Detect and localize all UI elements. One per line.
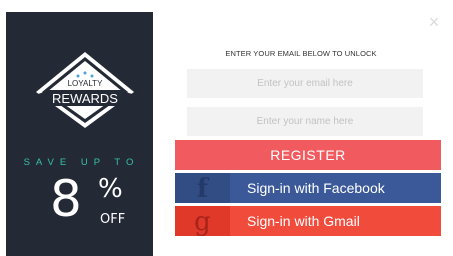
gmail-signin-button[interactable]: g Sign-in with Gmail [175, 206, 441, 236]
close-icon[interactable]: × [426, 13, 442, 31]
register-button[interactable]: REGISTER [175, 140, 441, 170]
loyalty-rewards-logo: LOYALTY REWARDS [36, 52, 134, 128]
facebook-signin-label: Sign-in with Facebook [247, 180, 385, 196]
name-input[interactable] [187, 107, 423, 136]
email-input[interactable] [187, 69, 423, 98]
loyalty-popup: LOYALTY REWARDS SAVE UP TO 8 % OFF × ENT… [6, 12, 444, 256]
unlock-headline: ENTER YOUR EMAIL BELOW TO UNLOCK [225, 49, 377, 58]
badge-line1: LOYALTY [68, 79, 103, 88]
promo-panel: LOYALTY REWARDS SAVE UP TO 8 % OFF [6, 12, 153, 256]
off-label: OFF [100, 212, 126, 227]
gmail-icon: g [175, 206, 230, 236]
facebook-icon: f [175, 173, 230, 203]
gmail-signin-label: Sign-in with Gmail [247, 213, 360, 229]
save-up-to-label: SAVE UP TO [23, 157, 140, 168]
facebook-signin-button[interactable]: f Sign-in with Facebook [175, 173, 441, 203]
percent-sign: % [98, 174, 123, 204]
badge-line2: REWARDS [52, 91, 118, 106]
discount-amount: 8 [50, 170, 82, 228]
